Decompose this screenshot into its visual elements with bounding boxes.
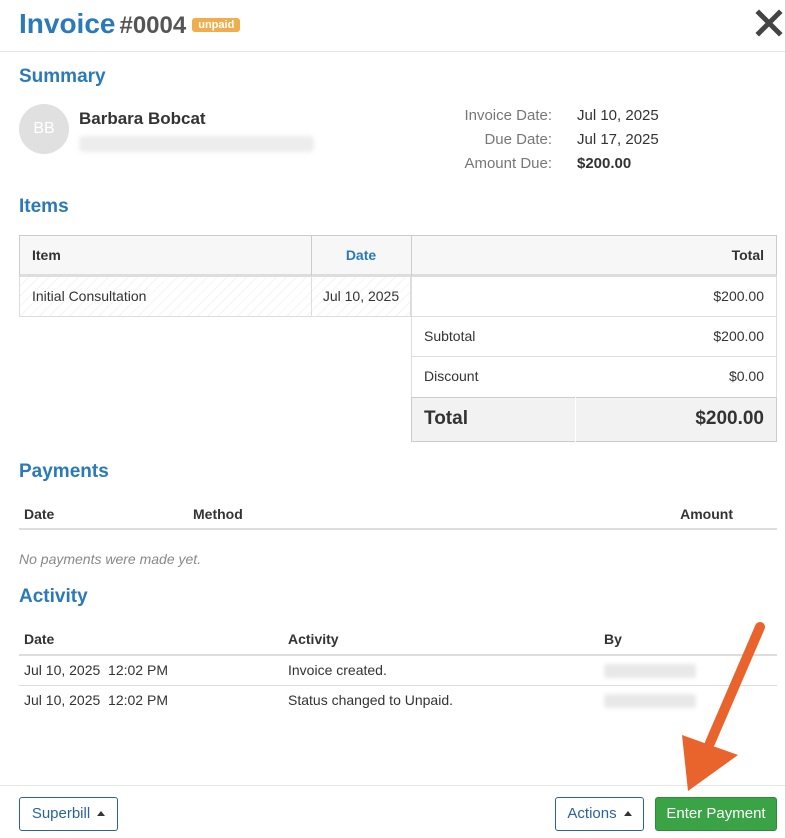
activity-date: Jul 10, 2025 12:02 PM xyxy=(24,692,168,708)
amount-due-value: $200.00 xyxy=(577,155,632,172)
payments-col-amount: Amount xyxy=(680,506,733,522)
column-header-total: Total xyxy=(731,247,764,263)
row-divider xyxy=(411,356,777,357)
activity-by-redacted xyxy=(604,664,696,678)
activity-text: Invoice created. xyxy=(288,662,387,678)
activity-heading: Activity xyxy=(19,586,88,607)
title-text: Invoice xyxy=(19,8,116,39)
column-header-item: Item xyxy=(32,247,61,263)
item-total: $200.00 xyxy=(713,288,764,304)
page-title: Invoice #0004 unpaid xyxy=(19,8,241,40)
items-heading: Items xyxy=(19,196,69,217)
table-row: Jul 10, 2025 12:02 PM Status changed to … xyxy=(19,686,777,716)
invoice-date-value: Jul 10, 2025 xyxy=(577,107,659,124)
modal-footer: Superbill Actions Enter Payment xyxy=(0,785,785,838)
invoice-date-label: Invoice Date: xyxy=(464,107,552,124)
activity-col-date: Date xyxy=(24,631,55,647)
item-name: Initial Consultation xyxy=(32,288,147,304)
discount-value: $0.00 xyxy=(728,368,764,384)
payments-table-header: Date Method Amount xyxy=(19,504,777,530)
amount-due-label: Amount Due: xyxy=(464,155,552,172)
status-badge: unpaid xyxy=(192,18,241,32)
item-date: Jul 10, 2025 xyxy=(322,288,400,304)
activity-table-header: Date Activity By xyxy=(19,629,777,656)
close-icon[interactable] xyxy=(754,8,784,38)
enter-payment-button[interactable]: Enter Payment xyxy=(655,797,777,831)
actions-button[interactable]: Actions xyxy=(555,797,644,831)
caret-up-icon xyxy=(623,811,632,816)
activity-col-by: By xyxy=(604,631,622,647)
activity-text: Status changed to Unpaid. xyxy=(288,692,454,708)
subtotal-value: $200.00 xyxy=(713,328,764,344)
payments-col-date: Date xyxy=(24,506,55,522)
actions-label: Actions xyxy=(567,805,617,822)
caret-up-icon xyxy=(97,811,106,816)
table-row: Jul 10, 2025 12:02 PM Invoice created. xyxy=(19,656,777,686)
activity-date: Jul 10, 2025 12:02 PM xyxy=(24,662,168,678)
summary-heading: Summary xyxy=(19,66,106,87)
patient-email-redacted xyxy=(79,136,314,152)
row-divider xyxy=(411,316,777,317)
due-date-value: Jul 17, 2025 xyxy=(577,131,659,148)
modal-header: Invoice #0004 unpaid xyxy=(0,0,785,52)
superbill-button[interactable]: Superbill xyxy=(19,797,118,831)
payments-empty-message: No payments were made yet. xyxy=(19,551,202,567)
total-value: $200.00 xyxy=(695,408,764,429)
avatar: BB xyxy=(19,104,69,154)
payments-heading: Payments xyxy=(19,461,109,482)
activity-col-activity: Activity xyxy=(288,631,339,647)
invoice-number: #0004 xyxy=(119,12,187,39)
payments-col-method: Method xyxy=(193,506,243,522)
due-date-label: Due Date: xyxy=(484,131,552,148)
patient-name[interactable]: Barbara Bobcat xyxy=(79,109,206,129)
activity-by-redacted xyxy=(604,694,696,708)
column-header-date[interactable]: Date xyxy=(311,247,411,263)
superbill-label: Superbill xyxy=(31,805,91,822)
